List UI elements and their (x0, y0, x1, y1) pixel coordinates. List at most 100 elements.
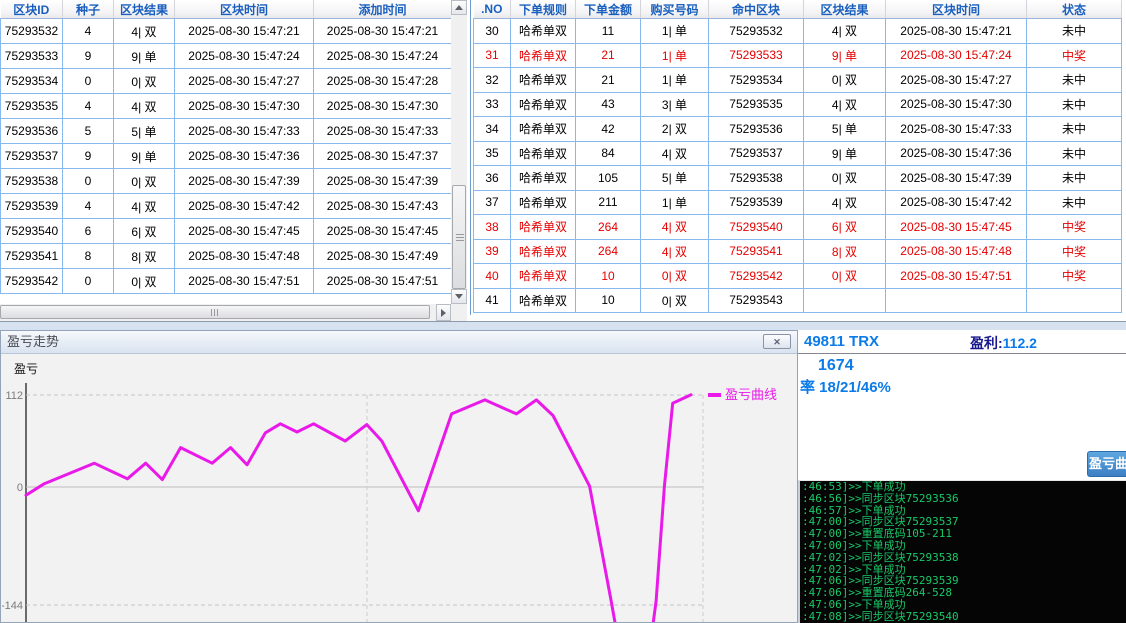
cell: 11 (576, 19, 641, 44)
cell: 1| 单 (641, 68, 709, 93)
column-header[interactable]: 区块ID (1, 0, 63, 19)
cell: 0| 双 (114, 269, 175, 294)
cell: 哈希单双 (511, 288, 576, 313)
down-arrow-icon (455, 294, 463, 299)
column-header[interactable]: 命中区块 (709, 0, 804, 19)
table-row[interactable]: 30哈希单双111| 单752935324| 双2025-08-30 15:47… (474, 19, 1122, 44)
table-row[interactable]: 39哈希单双2644| 双752935418| 双2025-08-30 15:4… (474, 239, 1122, 264)
chart-window-titlebar[interactable]: 盈亏走势 ✕ (1, 331, 797, 354)
cell: 4| 双 (804, 19, 886, 44)
cell: 2025-08-30 15:47:27 (886, 68, 1027, 93)
table-row[interactable]: 7529353544| 双2025-08-30 15:47:302025-08-… (1, 94, 452, 119)
column-header[interactable]: 购买号码 (641, 0, 709, 19)
horizontal-scrollbar[interactable] (0, 304, 451, 321)
table-row[interactable]: 7529353800| 双2025-08-30 15:47:392025-08-… (1, 169, 452, 194)
cell: 8| 双 (114, 244, 175, 269)
cell: 2025-08-30 15:47:45 (314, 219, 452, 244)
cell: 哈希单双 (511, 215, 576, 240)
cell: 2025-08-30 15:47:51 (175, 269, 314, 294)
cell: 264 (576, 215, 641, 240)
cell: 中奖 (1027, 239, 1122, 264)
table-row[interactable]: 35哈希单双844| 双752935379| 单2025-08-30 15:47… (474, 141, 1122, 166)
cell: 211 (576, 190, 641, 215)
table-row[interactable]: 34哈希单双422| 双752935365| 单2025-08-30 15:47… (474, 117, 1122, 142)
cell: 哈希单双 (511, 239, 576, 264)
table-row[interactable]: 32哈希单双211| 单752935340| 双2025-08-30 15:47… (474, 68, 1122, 93)
stats-top-row: 49811 TRX 盈利:112.2 (798, 330, 1126, 354)
table-row[interactable]: 7529353244| 双2025-08-30 15:47:212025-08-… (1, 19, 452, 44)
table-row[interactable]: 7529354200| 双2025-08-30 15:47:512025-08-… (1, 269, 452, 294)
cell (886, 288, 1027, 313)
cell: 4| 双 (114, 19, 175, 44)
table-row[interactable]: 37哈希单双2111| 单752935394| 双2025-08-30 15:4… (474, 190, 1122, 215)
vertical-scrollbar[interactable] (451, 0, 467, 304)
cell: 31 (474, 43, 511, 68)
table-row[interactable]: 7529353655| 单2025-08-30 15:47:332025-08-… (1, 119, 452, 144)
column-header[interactable]: 区块结果 (114, 0, 175, 19)
cell: 2025-08-30 15:47:24 (175, 44, 314, 69)
scroll-right-button[interactable] (436, 304, 451, 321)
cell: 34 (474, 117, 511, 142)
cell: 4| 双 (641, 239, 709, 264)
block-history-table: 区块ID种子区块结果区块时间添加时间 7529353244| 双2025-08-… (0, 0, 452, 294)
column-header[interactable]: 下单规则 (511, 0, 576, 19)
cell: 4 (63, 94, 114, 119)
cell: 未中 (1027, 19, 1122, 44)
cell: 2025-08-30 15:47:48 (175, 244, 314, 269)
cell: 40 (474, 264, 511, 289)
cell: 4| 双 (641, 141, 709, 166)
cell: 0 (63, 169, 114, 194)
cell: 5| 单 (641, 166, 709, 191)
cell: 1| 单 (641, 190, 709, 215)
log-console[interactable]: :46:53]>>下单成功:46:56]>>同步区块75293536:46:57… (798, 480, 1126, 623)
vertical-scroll-thumb[interactable] (452, 185, 466, 289)
column-header[interactable]: 种子 (63, 0, 114, 19)
close-window-button[interactable]: ✕ (763, 334, 791, 349)
column-header[interactable]: 状态 (1027, 0, 1122, 19)
cell: 2025-08-30 15:47:21 (314, 19, 452, 44)
profit-value: 112.2 (1003, 335, 1037, 351)
table-row[interactable]: 7529353944| 双2025-08-30 15:47:422025-08-… (1, 194, 452, 219)
cell: 2025-08-30 15:47:49 (314, 244, 452, 269)
table-row[interactable]: 7529354066| 双2025-08-30 15:47:452025-08-… (1, 219, 452, 244)
account-stats-panel: 49811 TRX 盈利:112.2 1674 率 18/21/46% 盈亏曲线 (798, 330, 1126, 480)
cell: 75293542 (1, 269, 63, 294)
cell: 2025-08-30 15:47:43 (314, 194, 452, 219)
cell (1027, 288, 1122, 313)
cell: 42 (576, 117, 641, 142)
column-header[interactable]: 区块时间 (175, 0, 314, 19)
cell: 75293532 (1, 19, 63, 44)
cell: 0| 双 (804, 68, 886, 93)
table-row[interactable]: 31哈希单双211| 单752935339| 单2025-08-30 15:47… (474, 43, 1122, 68)
cell: 2025-08-30 15:47:51 (886, 264, 1027, 289)
column-header[interactable]: 区块结果 (804, 0, 886, 19)
table-row[interactable]: 40哈希单双100| 双752935420| 双2025-08-30 15:47… (474, 264, 1122, 289)
table-row[interactable]: 36哈希单双1055| 单752935380| 双2025-08-30 15:4… (474, 166, 1122, 191)
thumb-grip-icon (456, 233, 464, 241)
table-row[interactable]: 7529353799| 单2025-08-30 15:47:362025-08-… (1, 144, 452, 169)
column-header[interactable]: 添加时间 (314, 0, 452, 19)
orders-header: .NO下单规则下单金额购买号码命中区块区块结果区块时间状态 (474, 0, 1122, 19)
column-header[interactable]: 区块时间 (886, 0, 1027, 19)
column-header[interactable]: 下单金额 (576, 0, 641, 19)
table-row[interactable]: 41哈希单双100| 双75293543 (474, 288, 1122, 313)
scroll-up-button[interactable] (451, 0, 467, 15)
table-row[interactable]: 33哈希单双433| 单752935354| 双2025-08-30 15:47… (474, 92, 1122, 117)
scroll-down-button[interactable] (451, 289, 467, 304)
column-header[interactable]: .NO (474, 0, 511, 19)
cell: 84 (576, 141, 641, 166)
cell: 2025-08-30 15:47:27 (175, 69, 314, 94)
table-row[interactable]: 7529354188| 双2025-08-30 15:47:482025-08-… (1, 244, 452, 269)
table-row[interactable]: 7529353399| 单2025-08-30 15:47:242025-08-… (1, 44, 452, 69)
table-row[interactable]: 7529353400| 双2025-08-30 15:47:272025-08-… (1, 69, 452, 94)
y-tick-0: 0 (17, 482, 23, 494)
chart-window-title: 盈亏走势 (7, 331, 59, 353)
cell: 105 (576, 166, 641, 191)
y-axis-title: 盈亏 (14, 362, 38, 376)
cell: 0| 双 (114, 169, 175, 194)
profit-curve-button[interactable]: 盈亏曲线 (1087, 451, 1126, 477)
cell: 8| 双 (804, 239, 886, 264)
horizontal-scroll-thumb[interactable] (0, 305, 430, 319)
cell: 75293536 (1, 119, 63, 144)
table-row[interactable]: 38哈希单双2644| 双752935406| 双2025-08-30 15:4… (474, 215, 1122, 240)
